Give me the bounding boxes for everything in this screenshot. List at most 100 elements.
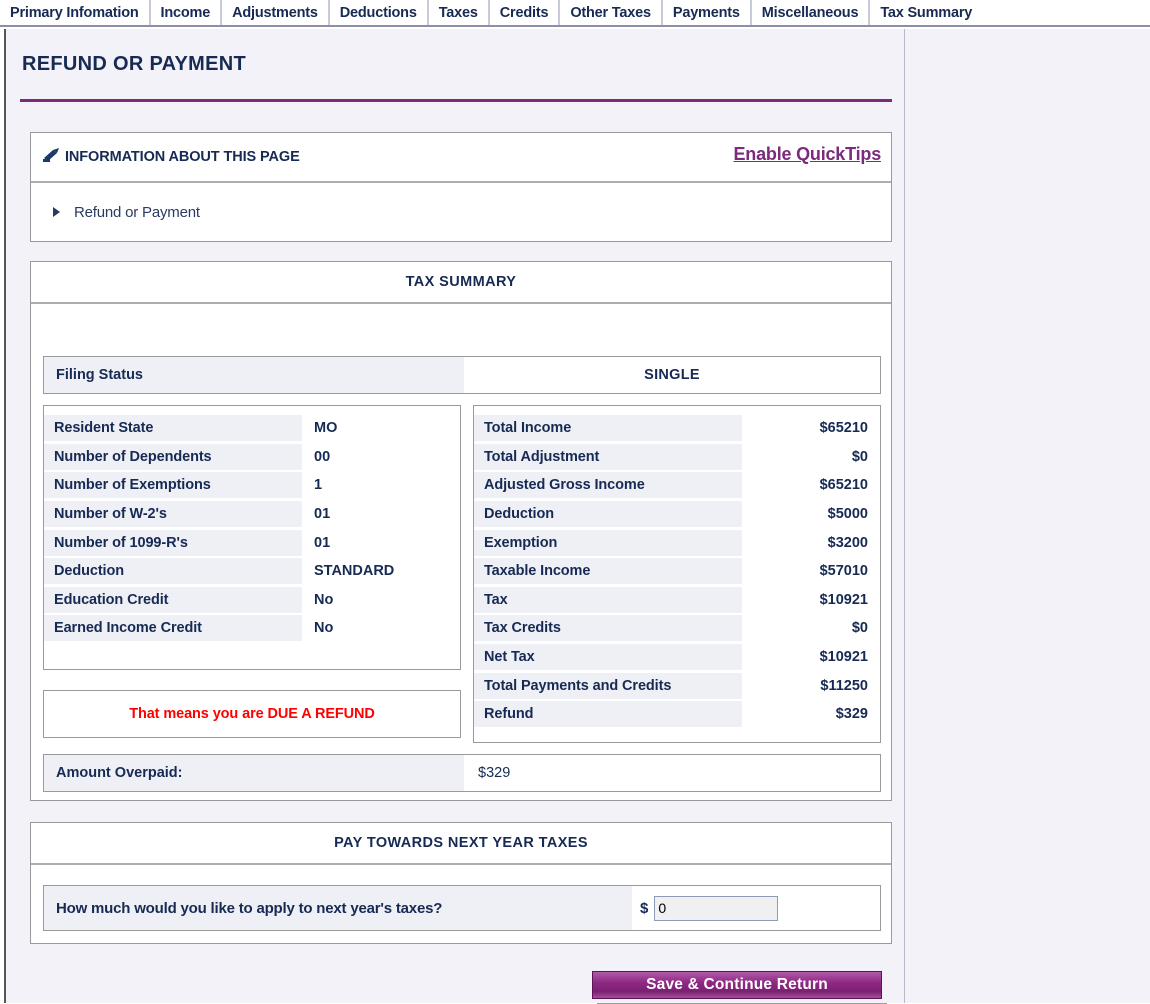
tab-label: Other Taxes — [570, 4, 651, 21]
row-label: Earned Income Credit — [44, 615, 302, 642]
tax-summary-title: TAX SUMMARY — [405, 274, 517, 290]
row-value: MO — [314, 420, 338, 437]
row-label: Number of Exemptions — [44, 472, 302, 499]
row-value: No — [314, 591, 334, 608]
pay-next-year-question: How much would you like to apply to next… — [44, 886, 632, 930]
table-row: Exemption $3200 — [474, 528, 880, 557]
table-row: Number of 1099-R's 01 — [44, 528, 460, 557]
row-label: Deduction — [474, 501, 742, 528]
tab-label: Adjustments — [232, 4, 318, 21]
information-panel-header: INFORMATION ABOUT THIS PAGE Enable Quick… — [31, 133, 891, 183]
main-tab-bar: Primary Infomation Income Adjustments De… — [0, 0, 1150, 27]
row-value: $5000 — [827, 506, 868, 523]
row-label: Number of W-2's — [44, 501, 302, 528]
table-row: Tax Credits $0 — [474, 614, 880, 643]
row-value: $0 — [851, 448, 868, 465]
row-value: $65210 — [819, 477, 868, 494]
table-row: Refund $329 — [474, 700, 880, 729]
apply-next-year-amount-input[interactable] — [654, 895, 779, 921]
row-value: $11250 — [820, 677, 868, 694]
row-label: Education Credit — [44, 586, 302, 613]
tab-income[interactable]: Income — [150, 0, 223, 25]
row-value: $65210 — [819, 420, 868, 437]
refund-or-payment-collapsible[interactable]: Refund or Payment — [31, 183, 891, 241]
refund-or-payment-label: Refund or Payment — [74, 203, 200, 221]
row-label: Total Adjustment — [474, 443, 742, 470]
row-label: Refund — [474, 701, 742, 728]
tab-adjustments[interactable]: Adjustments — [222, 0, 330, 25]
information-heading: INFORMATION ABOUT THIS PAGE — [65, 149, 300, 165]
tax-summary-header: TAX SUMMARY — [31, 262, 891, 304]
pay-next-year-panel: PAY TOWARDS NEXT YEAR TAXES How much wou… — [30, 822, 892, 944]
triangle-right-icon — [53, 207, 60, 217]
table-row: Adjusted Gross Income $65210 — [474, 471, 880, 500]
table-row: Tax $10921 — [474, 586, 880, 615]
title-divider — [20, 99, 892, 102]
row-label: Exemption — [474, 529, 742, 556]
row-label: Number of Dependents — [44, 443, 302, 470]
tab-tax-summary[interactable]: Tax Summary — [870, 0, 983, 25]
tab-label: Income — [160, 4, 211, 21]
tab-credits[interactable]: Credits — [489, 0, 561, 25]
row-label: Taxable Income — [474, 558, 742, 585]
row-label: Resident State — [44, 415, 302, 442]
row-value: 00 — [314, 448, 331, 465]
pay-next-year-header: PAY TOWARDS NEXT YEAR TAXES — [31, 823, 891, 865]
row-label: Total Payments and Credits — [474, 672, 742, 699]
save-button-wrapper: Save & Continue Return — [592, 971, 888, 1004]
row-value: $3200 — [827, 534, 868, 551]
table-row: Taxable Income $57010 — [474, 557, 880, 586]
tab-label: Taxes — [438, 4, 478, 21]
pay-next-year-title: PAY TOWARDS NEXT YEAR TAXES — [334, 835, 588, 851]
tab-payments[interactable]: Payments — [662, 0, 752, 25]
tab-label: Tax Summary — [880, 4, 973, 21]
save-continue-return-button[interactable]: Save & Continue Return — [592, 971, 882, 999]
tab-label: Primary Infomation — [10, 4, 139, 21]
table-row: Net Tax $10921 — [474, 643, 880, 672]
row-value: $0 — [851, 620, 868, 637]
app-frame: REFUND OR PAYMENT INFORMATION ABOUT THIS… — [0, 29, 1150, 1004]
dollar-sign-label: $ — [640, 899, 649, 917]
tab-primary-information[interactable]: Primary Infomation — [0, 0, 151, 25]
enable-quicktips-link[interactable]: Enable QuickTips — [733, 144, 881, 165]
table-row: Deduction STANDARD — [44, 557, 460, 586]
row-value: 01 — [314, 506, 331, 523]
tab-label: Miscellaneous — [761, 4, 859, 21]
row-label: Number of 1099-R's — [44, 529, 302, 556]
tab-taxes[interactable]: Taxes — [428, 0, 490, 25]
left-rail — [0, 29, 6, 1003]
row-label: Net Tax — [474, 644, 742, 671]
row-label: Tax — [474, 586, 742, 613]
table-row: Total Payments and Credits $11250 — [474, 671, 880, 700]
row-value: $57010 — [819, 563, 868, 580]
taxpayer-details-table: Resident State MO Number of Dependents 0… — [43, 405, 461, 670]
information-panel: INFORMATION ABOUT THIS PAGE Enable Quick… — [30, 132, 892, 242]
tab-other-taxes[interactable]: Other Taxes — [560, 0, 663, 25]
table-row: Deduction $5000 — [474, 500, 880, 529]
row-value: 1 — [314, 477, 323, 494]
row-value: 01 — [314, 534, 331, 551]
row-value: $329 — [835, 706, 868, 723]
page-title: REFUND OR PAYMENT — [22, 53, 247, 75]
tab-label: Credits — [499, 4, 549, 21]
row-value: STANDARD — [314, 563, 395, 580]
table-row: Number of W-2's 01 — [44, 500, 460, 529]
table-row: Resident State MO — [44, 414, 460, 443]
amount-overpaid-row: Amount Overpaid: $329 — [43, 754, 881, 792]
tab-miscellaneous[interactable]: Miscellaneous — [751, 0, 871, 25]
amount-overpaid-label: Amount Overpaid: — [44, 755, 464, 791]
right-empty-pane — [906, 29, 1150, 1003]
tax-amounts-table: Total Income $65210 Total Adjustment $0 … — [473, 405, 881, 743]
table-row: Total Adjustment $0 — [474, 443, 880, 472]
row-value: No — [314, 620, 334, 637]
tax-summary-panel: TAX SUMMARY Filing Status SINGLE Residen… — [30, 261, 892, 801]
filing-status-row: Filing Status SINGLE — [43, 356, 881, 394]
tab-deductions[interactable]: Deductions — [329, 0, 429, 25]
pen-icon — [41, 146, 61, 166]
table-row: Education Credit No — [44, 586, 460, 615]
amount-overpaid-value: $329 — [478, 765, 511, 781]
row-label: Deduction — [44, 558, 302, 585]
table-row: Number of Dependents 00 — [44, 443, 460, 472]
tab-label: Payments — [672, 4, 740, 21]
row-value: $10921 — [819, 649, 868, 666]
